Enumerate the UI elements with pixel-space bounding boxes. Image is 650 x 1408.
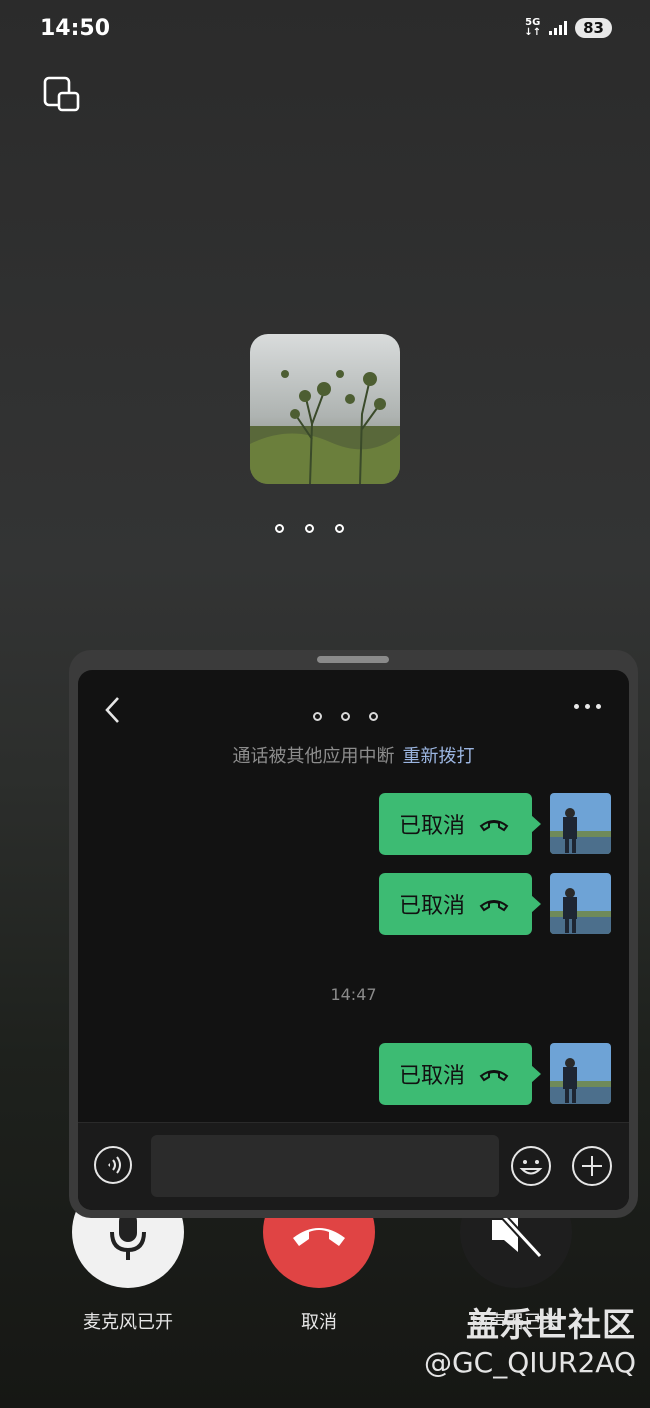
message-text: 已取消 [399,814,466,839]
message-text: 已取消 [399,894,466,919]
signal-icon [549,21,568,35]
chat-floating-window[interactable]: 通话被其他应用中断 重新拨打 已取消 已取消 14:47 已取消 [69,650,638,1218]
floating-window-icon[interactable] [42,74,82,114]
contact-avatar [250,334,400,484]
phone-hangup-icon [479,900,509,912]
system-message: 通话被其他应用中断 重新拨打 [78,742,629,768]
user-avatar[interactable] [550,1043,611,1104]
chat-input-bar [78,1122,629,1210]
redial-link[interactable]: 重新拨打 [403,746,475,767]
phone-hangup-icon [479,1070,509,1082]
emoji-icon[interactable] [510,1145,552,1187]
status-icons: 5G ↓↑ 83 [524,18,612,38]
voice-input-icon[interactable] [93,1145,133,1185]
status-bar: 14:50 5G ↓↑ 83 [0,0,650,60]
more-options-icon[interactable] [574,704,601,709]
hangup-label: 取消 [301,1312,337,1333]
message-bubble[interactable]: 已取消 [379,793,541,855]
back-chevron-icon[interactable] [102,694,122,726]
chat-panel: 通话被其他应用中断 重新拨打 已取消 已取消 14:47 已取消 [78,670,629,1210]
chat-title-dots [313,712,378,721]
system-message-text: 通话被其他应用中断 [232,746,395,767]
plus-icon[interactable] [571,1145,613,1187]
message-input[interactable] [151,1135,499,1197]
watermark-handle: @GC_QIUR2AQ [423,1346,636,1379]
network-5g-icon: 5G ↓↑ [524,17,542,38]
user-avatar[interactable] [550,873,611,934]
message-bubble[interactable]: 已取消 [379,1043,541,1105]
microphone-label: 麦克风已开 [83,1312,173,1333]
watermark-title: 盖乐世社区 [466,1305,636,1344]
battery-badge: 83 [575,18,612,38]
user-avatar[interactable] [550,793,611,854]
message-text: 已取消 [399,1064,466,1089]
message-bubble[interactable]: 已取消 [379,873,541,935]
status-time: 14:50 [40,16,111,41]
drag-handle[interactable] [317,656,389,663]
phone-hangup-icon [479,820,509,832]
chat-timestamp: 14:47 [330,985,377,1004]
calling-status-dots [275,524,344,533]
